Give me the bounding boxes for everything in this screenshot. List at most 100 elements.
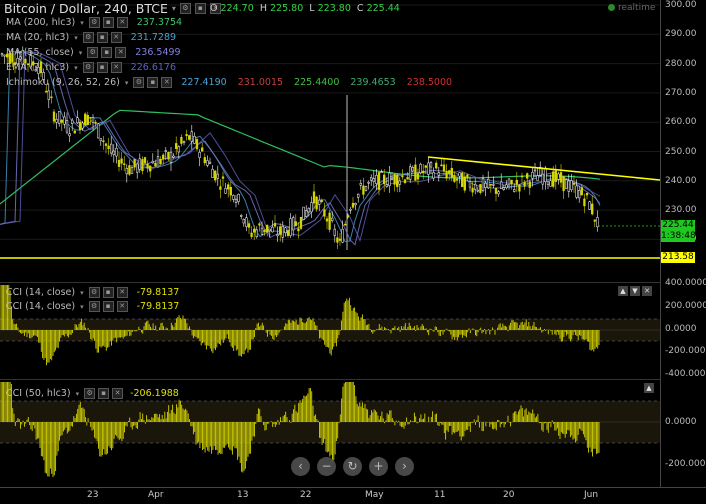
chevron-down-icon[interactable]: ▾ — [125, 79, 129, 87]
candle-body — [289, 218, 292, 236]
chevron-down-icon[interactable]: ▾ — [74, 64, 78, 72]
move-down-icon[interactable]: ▼ — [630, 286, 640, 296]
indicator-value: 225.4400 — [294, 77, 340, 88]
candle-body — [541, 173, 544, 185]
candle-body — [242, 218, 245, 224]
candle-body — [349, 209, 352, 211]
cci14-pane-controls: ▲ ▼ ✕ — [618, 286, 652, 296]
candle-body — [351, 202, 355, 208]
open-value: 224.70 — [220, 3, 254, 14]
settings-icon[interactable]: ⚙ — [87, 47, 99, 58]
candle-body — [50, 96, 53, 99]
candle-body — [380, 171, 383, 174]
indicator-name: CCI (14, close) — [6, 301, 76, 312]
candle-body — [513, 189, 516, 192]
lock-icon[interactable]: ▪ — [101, 47, 113, 58]
candle-body — [253, 228, 256, 233]
time-axis[interactable] — [0, 487, 706, 504]
settings-icon[interactable]: ⚙ — [88, 287, 100, 298]
settings-icon[interactable]: ⚙ — [88, 17, 100, 28]
chevron-down-icon[interactable]: ▾ — [79, 49, 83, 57]
candle-body — [429, 162, 433, 168]
candle-body — [188, 135, 191, 140]
close-icon[interactable]: ✕ — [116, 301, 128, 312]
time-axis-label: Jun — [584, 490, 599, 500]
candle-body — [55, 119, 58, 123]
price-axis-tick: 230.00 — [665, 205, 697, 216]
settings-icon[interactable]: ⚙ — [82, 62, 94, 73]
zoom-in-button[interactable]: + — [369, 457, 388, 476]
candle-body — [315, 196, 318, 210]
chevron-down-icon[interactable]: ▾ — [80, 19, 84, 27]
zoom-out-button[interactable]: − — [317, 457, 336, 476]
candle-body — [52, 111, 56, 122]
candle-body — [203, 157, 206, 164]
candle-body — [528, 181, 531, 188]
candle-body — [500, 181, 503, 189]
candle-body — [567, 180, 570, 192]
chevron-down-icon[interactable]: ▾ — [80, 289, 84, 297]
candle-body — [211, 168, 214, 178]
settings-icon[interactable]: ⚙ — [84, 388, 96, 399]
candle-body — [255, 229, 258, 237]
candle-body — [502, 187, 505, 190]
close-icon[interactable]: ✕ — [112, 388, 124, 399]
price-axis-tick: 290.00 — [665, 29, 697, 40]
close-icon[interactable]: ✕ — [161, 77, 173, 88]
lock-icon[interactable]: ▪ — [102, 17, 114, 28]
candle-body — [193, 135, 196, 144]
close-icon[interactable]: ✕ — [116, 287, 128, 298]
move-up-icon[interactable]: ▲ — [644, 383, 654, 393]
cci50-axis-tick: 0.0000 — [665, 417, 697, 427]
candle-body — [164, 150, 167, 152]
time-axis-label: Apr — [148, 490, 164, 500]
time-axis-label: 23 — [87, 490, 99, 500]
scroll-right-button[interactable]: › — [395, 457, 414, 476]
candle-body — [591, 203, 594, 215]
candle-body — [149, 165, 152, 172]
close-icon[interactable]: ✕ — [110, 62, 122, 73]
close-icon[interactable]: ✕ — [110, 32, 122, 43]
high-value: 225.80 — [270, 3, 304, 14]
settings-icon[interactable]: ⚙ — [179, 3, 191, 14]
settings-icon[interactable]: ⚙ — [88, 301, 100, 312]
close-pane-icon[interactable]: ✕ — [642, 286, 652, 296]
candle-body — [463, 176, 466, 191]
settings-icon[interactable]: ⚙ — [82, 32, 94, 43]
close-icon[interactable]: ✕ — [116, 17, 128, 28]
scroll-left-button[interactable]: ‹ — [291, 457, 310, 476]
lock-icon[interactable]: ▪ — [96, 32, 108, 43]
candle-body — [130, 167, 134, 174]
lock-icon[interactable]: ▪ — [96, 62, 108, 73]
lock-icon[interactable]: ▪ — [194, 3, 206, 14]
candle-body — [383, 174, 386, 185]
chevron-down-icon[interactable]: ▾ — [76, 390, 80, 398]
lock-icon[interactable]: ▪ — [102, 301, 114, 312]
candle-body — [138, 158, 141, 170]
settings-icon[interactable]: ⚙ — [133, 77, 145, 88]
chevron-down-icon[interactable]: ▾ — [80, 303, 84, 311]
candle-body — [312, 191, 316, 204]
lock-icon[interactable]: ▪ — [147, 77, 159, 88]
candle-body — [406, 176, 409, 180]
candle-body — [172, 155, 175, 158]
indicator-name: EMA (7, hlc3) — [6, 62, 70, 73]
candle-body — [442, 164, 446, 172]
candle-body — [47, 90, 50, 100]
candle-body — [271, 226, 274, 233]
candle-body — [559, 172, 563, 183]
move-up-icon[interactable]: ▲ — [618, 286, 628, 296]
chevron-down-icon[interactable]: ▾ — [74, 34, 78, 42]
candle-body — [526, 173, 529, 179]
lock-icon[interactable]: ▪ — [102, 287, 114, 298]
candle-body — [71, 119, 74, 124]
price-chart-pane[interactable]: Bitcoin / Dollar, 240, BTCE ▾ ⚙ ▪ ✕ O 22… — [0, 0, 660, 282]
cci14-axis-tick: 200.0000 — [665, 301, 706, 311]
cci14-pane[interactable]: CCI (14, close) ▾ ⚙ ▪ ✕ -79.8137 CCI (14, clos… — [0, 283, 660, 379]
lock-icon[interactable]: ▪ — [98, 388, 110, 399]
candle-body — [162, 154, 165, 160]
candle-body — [531, 172, 534, 179]
chevron-down-icon[interactable]: ▾ — [172, 4, 176, 13]
close-icon[interactable]: ✕ — [115, 47, 127, 58]
reset-zoom-button[interactable]: ↻ — [343, 457, 362, 476]
